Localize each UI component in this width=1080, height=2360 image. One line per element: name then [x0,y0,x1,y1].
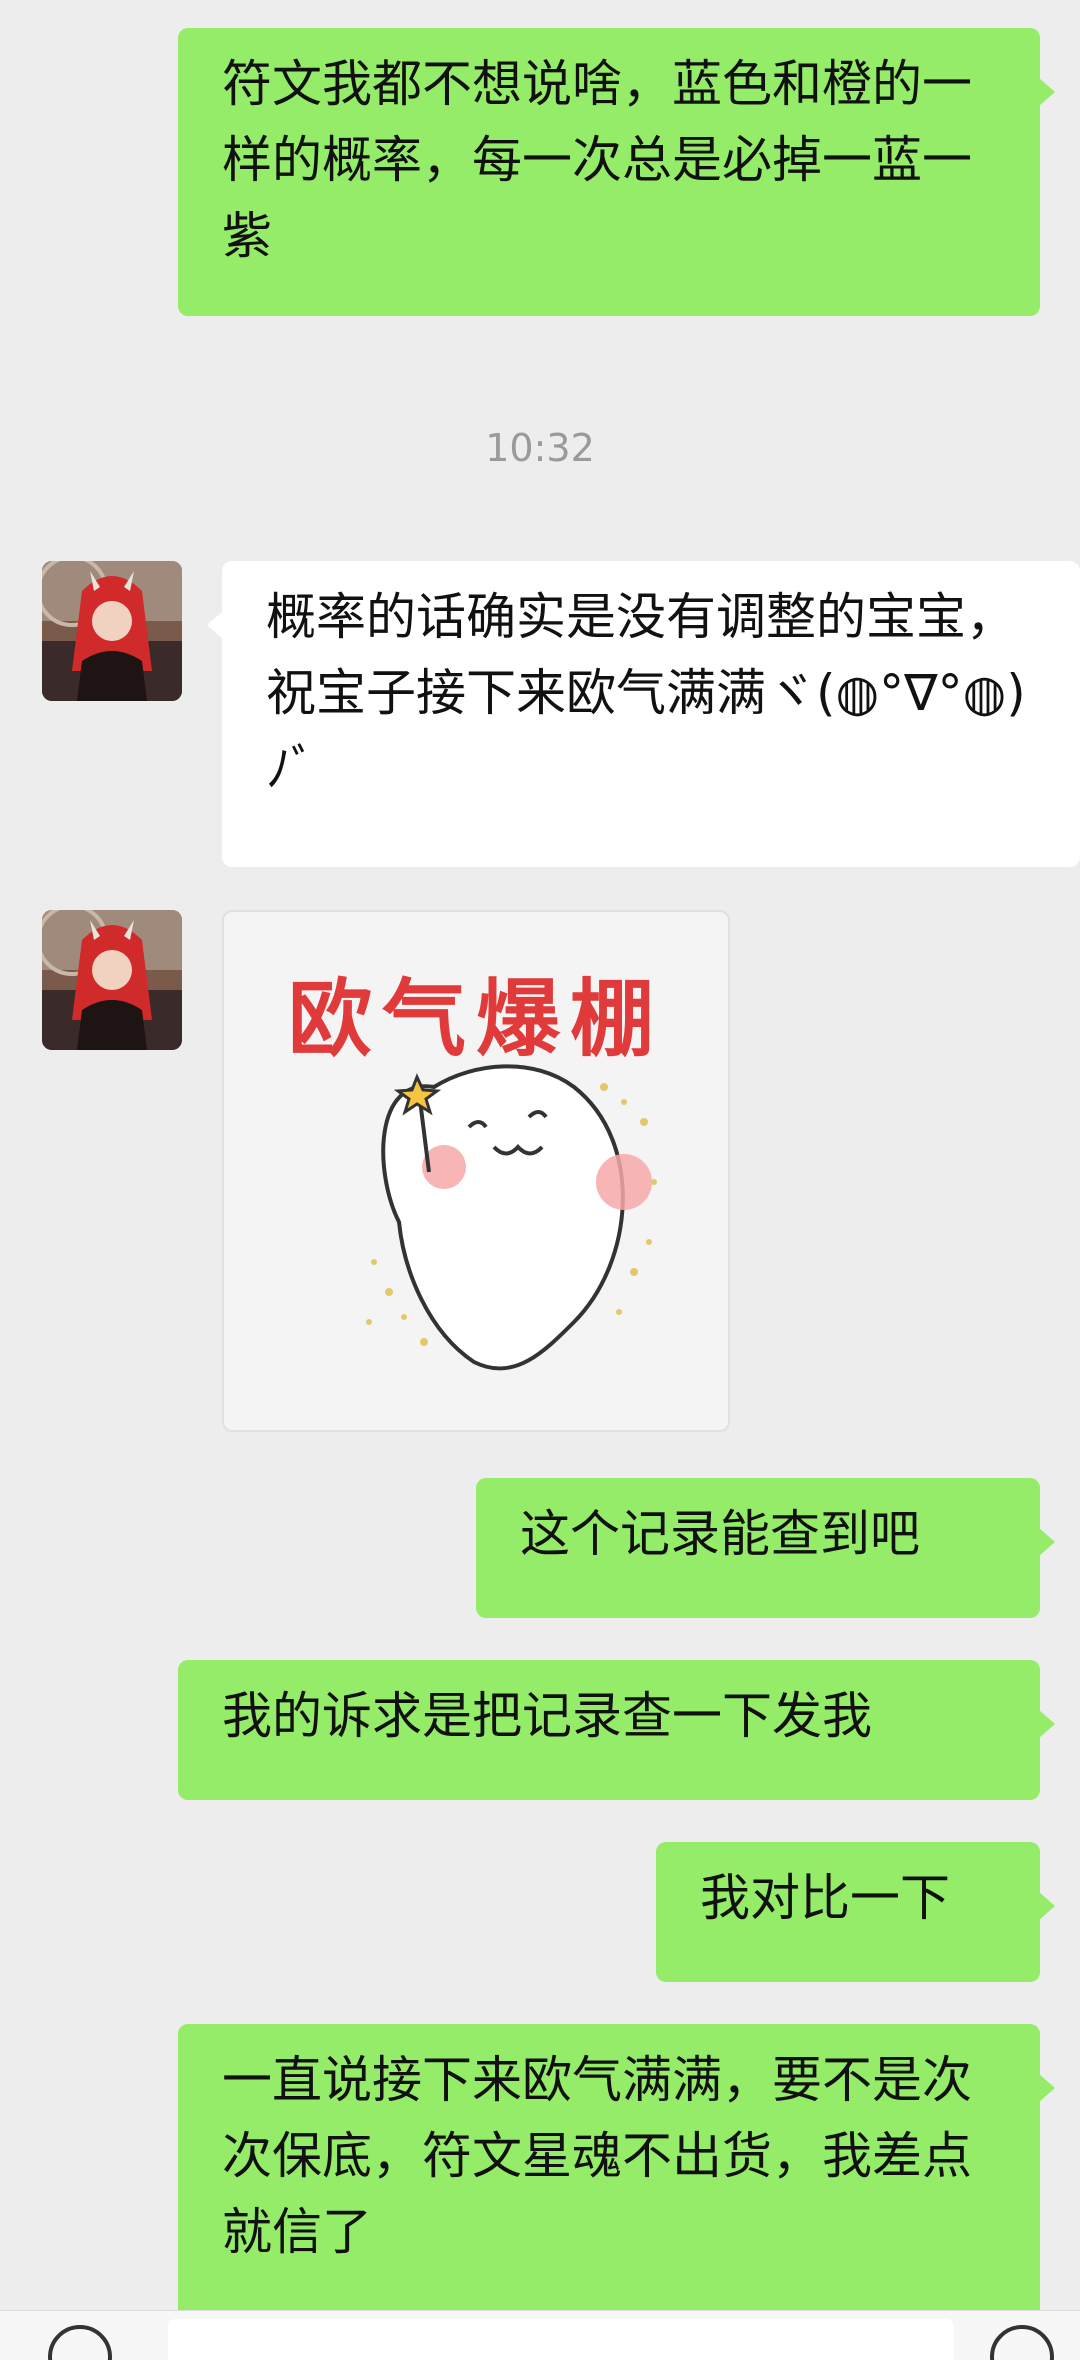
voice-icon[interactable] [48,2325,112,2360]
emoji-icon[interactable] [990,2325,1054,2360]
message-bubble-sent[interactable]: 这个记录能查到吧 [476,1478,1055,1618]
avatar-image [42,561,182,701]
sticker-message[interactable]: 欧气爆棚 [222,910,730,1432]
chat-area[interactable]: 符文我都不想说啥，蓝色和橙的一样的概率，每一次总是必掉一蓝一紫 10:32 概率… [0,0,1080,2310]
input-bar [0,2310,1080,2360]
message-bubble-sent[interactable]: 我对比一下 [656,1842,1055,1982]
message-bubble-sent[interactable]: 一直说接下来欧气满满，要不是次次保底，符文星魂不出货，我差点就信了 [178,2024,1055,2310]
message-bubble-received[interactable]: 概率的话确实是没有调整的宝宝，祝宝子接下来欧气满满ヾ(◍°∇°◍)ﾉﾞ [207,561,1080,867]
mascot-with-star-wand-icon [366,1064,657,1371]
avatar-image [42,910,182,1050]
contact-avatar[interactable] [42,910,182,1050]
contact-avatar[interactable] [42,561,182,701]
message-bubble-sent[interactable]: 符文我都不想说啥，蓝色和橙的一样的概率，每一次总是必掉一蓝一紫 [178,28,1055,316]
message-bubble-sent[interactable]: 我的诉求是把记录查一下发我 [178,1660,1055,1800]
message-timestamp: 10:32 [485,426,595,470]
message-input[interactable] [168,2319,954,2360]
